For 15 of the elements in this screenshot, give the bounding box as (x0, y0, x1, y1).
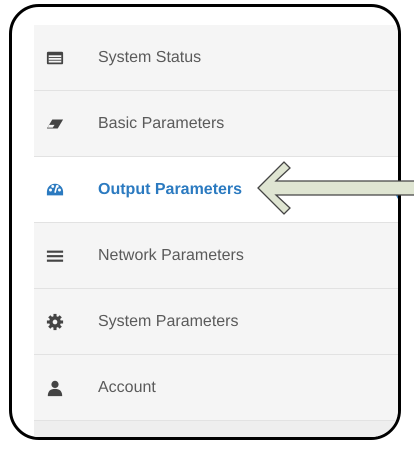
sidebar-item[interactable]: System Status (34, 25, 398, 91)
user-icon (46, 378, 64, 396)
settings-icon (46, 312, 64, 330)
item-label: System Status (98, 48, 202, 66)
item-label: Account (98, 378, 156, 396)
item-label: Output Parameters (98, 180, 242, 198)
item-label: Basic Parameters (98, 114, 224, 132)
arrow-icon (256, 160, 414, 216)
sidebar-item[interactable]: Output Parameters (34, 157, 398, 223)
window-icon (46, 48, 64, 66)
sidebar-item[interactable]: System Parameters (34, 289, 398, 355)
gauge-icon (46, 180, 64, 198)
item-label: System Parameters (98, 312, 238, 330)
sidebar-item[interactable]: Network Parameters (34, 223, 398, 289)
item-label: Network Parameters (98, 246, 244, 264)
